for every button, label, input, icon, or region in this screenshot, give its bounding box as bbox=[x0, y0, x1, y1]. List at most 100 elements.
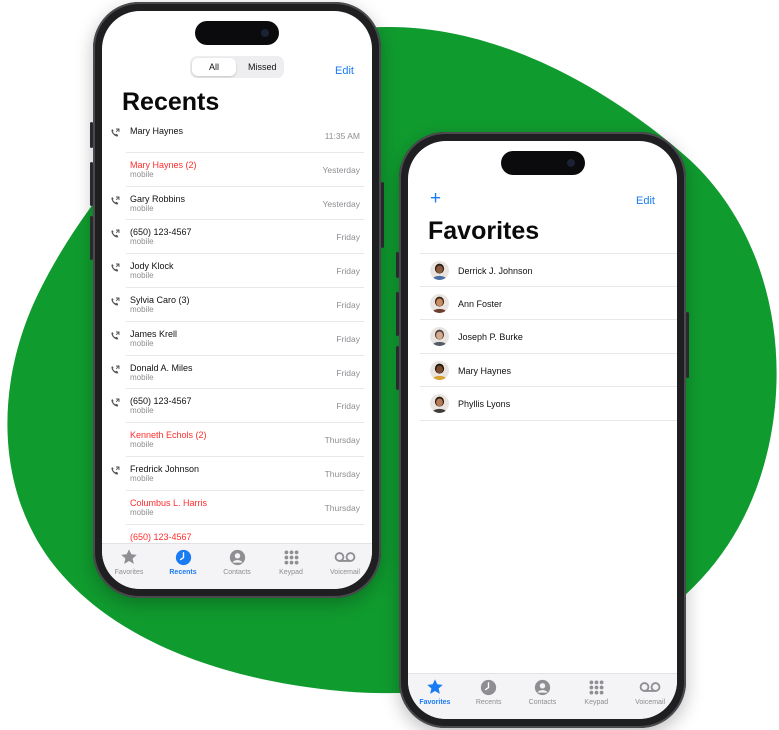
tab-bar: Favorites Recents Contacts Keypad Voicemail bbox=[408, 673, 677, 719]
call-row[interactable]: Kenneth Echols (2) mobile Thursday bbox=[126, 423, 364, 457]
outgoing-call-icon bbox=[110, 365, 120, 375]
call-time: Yesterday bbox=[322, 164, 361, 175]
add-favorite-button[interactable]: + bbox=[430, 189, 441, 208]
call-row[interactable]: Columbus L. Harris mobile Thursday bbox=[126, 491, 364, 525]
caller-name: Donald A. Miles bbox=[130, 362, 193, 373]
call-time: Friday bbox=[336, 232, 360, 243]
call-row[interactable]: Mary Haynes 11:35 AM bbox=[111, 119, 364, 153]
call-time: Friday bbox=[336, 299, 360, 310]
tab-keypad[interactable]: Keypad bbox=[570, 678, 622, 719]
person-circle-icon bbox=[531, 678, 553, 696]
star-icon bbox=[118, 548, 140, 566]
caller-name: (650) 123-4567 bbox=[130, 396, 192, 407]
outgoing-call-icon bbox=[110, 398, 120, 408]
tab-recents[interactable]: Recents bbox=[463, 678, 515, 719]
outgoing-call-icon bbox=[110, 331, 120, 341]
tab-label: Recents bbox=[169, 569, 197, 576]
call-time: Friday bbox=[336, 401, 360, 412]
phone-recents: All Missed Edit Recents Mary Haynes 11:35… bbox=[90, 2, 384, 598]
call-time: Thursday bbox=[324, 502, 360, 513]
dynamic-island bbox=[500, 151, 585, 175]
contact-name: Ann Foster bbox=[458, 298, 503, 309]
voicemail-icon bbox=[639, 678, 661, 696]
tab-favorites[interactable]: Favorites bbox=[103, 548, 155, 589]
call-row[interactable]: Jody Klock mobile Friday bbox=[111, 254, 364, 288]
tab-label: Contacts bbox=[223, 569, 251, 576]
clock-icon bbox=[478, 678, 500, 696]
edit-button[interactable]: Edit bbox=[335, 65, 354, 77]
outgoing-call-icon bbox=[110, 263, 120, 273]
voicemail-icon bbox=[334, 548, 356, 566]
tab-voicemail[interactable]: Voicemail bbox=[624, 678, 676, 719]
caller-name: James Krell bbox=[130, 328, 178, 339]
favorites-list: Derrick J. Johnson Ann Foster Joseph P. Bu… bbox=[420, 253, 677, 421]
avatar bbox=[430, 360, 449, 380]
call-type: mobile bbox=[130, 271, 154, 281]
call-type: mobile bbox=[130, 440, 154, 450]
contact-name: Joseph P. Burke bbox=[458, 332, 523, 343]
contact-name: Mary Haynes bbox=[458, 365, 512, 376]
avatar bbox=[430, 394, 449, 414]
tab-voicemail[interactable]: Voicemail bbox=[319, 548, 371, 589]
contact-name: Derrick J. Johnson bbox=[458, 266, 533, 276]
call-type: mobile bbox=[130, 304, 154, 314]
favorites-screen: + Edit Favorites Derrick J. Johnson Ann F… bbox=[408, 141, 677, 719]
call-time: Friday bbox=[336, 266, 360, 277]
star-icon bbox=[424, 678, 446, 696]
edit-button[interactable]: Edit bbox=[636, 195, 655, 207]
tab-label: Contacts bbox=[528, 699, 557, 706]
tab-label: Keypad bbox=[279, 569, 303, 576]
favorite-row[interactable]: Phyllis Lyons bbox=[420, 387, 677, 421]
caller-name: Columbus L. Harris bbox=[130, 497, 208, 508]
favorite-row[interactable]: Mary Haynes bbox=[420, 354, 677, 388]
caller-name: Sylvia Caro (3) bbox=[130, 294, 190, 305]
outgoing-call-icon bbox=[110, 196, 120, 206]
segment-missed[interactable]: Missed bbox=[236, 58, 282, 76]
favorite-row[interactable]: Derrick J. Johnson bbox=[420, 253, 677, 287]
recents-screen: All Missed Edit Recents Mary Haynes 11:35… bbox=[102, 11, 372, 589]
call-row[interactable]: Donald A. Miles mobile Friday bbox=[111, 356, 364, 390]
caller-name: Mary Haynes bbox=[130, 126, 184, 136]
keypad-icon bbox=[585, 678, 607, 696]
tab-label: Voicemail bbox=[330, 569, 360, 576]
call-row[interactable]: Gary Robbins mobile Yesterday bbox=[111, 187, 364, 221]
call-type: mobile bbox=[130, 203, 154, 213]
call-type: mobile bbox=[130, 473, 154, 483]
calls-filter-segmented-control[interactable]: All Missed bbox=[190, 56, 284, 78]
avatar bbox=[430, 293, 449, 313]
segment-all[interactable]: All bbox=[192, 58, 236, 76]
favorite-row[interactable]: Ann Foster bbox=[420, 287, 677, 321]
call-type: mobile bbox=[130, 338, 154, 348]
tab-favorites[interactable]: Favorites bbox=[409, 678, 461, 719]
call-time: Thursday bbox=[324, 468, 360, 479]
call-time: 11:35 AM bbox=[324, 131, 360, 141]
call-row[interactable]: Fredrick Johnson mobile Thursday bbox=[111, 457, 364, 491]
outgoing-call-icon bbox=[110, 128, 120, 138]
tab-label: Keypad bbox=[584, 699, 609, 706]
call-row[interactable]: (650) 123-4567 mobile Friday bbox=[111, 389, 364, 424]
call-time: Yesterday bbox=[322, 198, 361, 209]
tab-label: Voicemail bbox=[635, 699, 666, 706]
call-row[interactable]: Mary Haynes (2) mobile Yesterday bbox=[126, 153, 364, 187]
call-row[interactable]: (650) 123-4567 mobile Friday bbox=[111, 220, 364, 255]
caller-name: Fredrick Johnson bbox=[130, 463, 200, 474]
tab-keypad[interactable]: Keypad bbox=[265, 548, 317, 589]
page-title: Favorites bbox=[428, 217, 540, 245]
call-type: mobile bbox=[130, 169, 154, 179]
caller-name: Jody Klock bbox=[130, 261, 174, 272]
page-title: Recents bbox=[122, 88, 220, 116]
dynamic-island bbox=[195, 21, 279, 45]
call-row[interactable]: Sylvia Caro (3) mobile Friday bbox=[111, 288, 364, 322]
tab-contacts[interactable]: Contacts bbox=[211, 548, 263, 589]
favorite-row[interactable]: Joseph P. Burke bbox=[420, 320, 677, 354]
outgoing-call-icon bbox=[110, 466, 120, 476]
outgoing-call-icon bbox=[110, 229, 120, 239]
tab-contacts[interactable]: Contacts bbox=[516, 678, 568, 719]
caller-name: (650) 123-4567 bbox=[130, 227, 192, 238]
caller-name: Kenneth Echols (2) bbox=[130, 430, 207, 441]
outgoing-call-icon bbox=[110, 297, 120, 307]
caller-name: Mary Haynes (2) bbox=[130, 159, 197, 170]
avatar bbox=[430, 261, 449, 280]
tab-recents[interactable]: Recents bbox=[157, 548, 209, 589]
call-row[interactable]: James Krell mobile Friday bbox=[111, 322, 364, 356]
